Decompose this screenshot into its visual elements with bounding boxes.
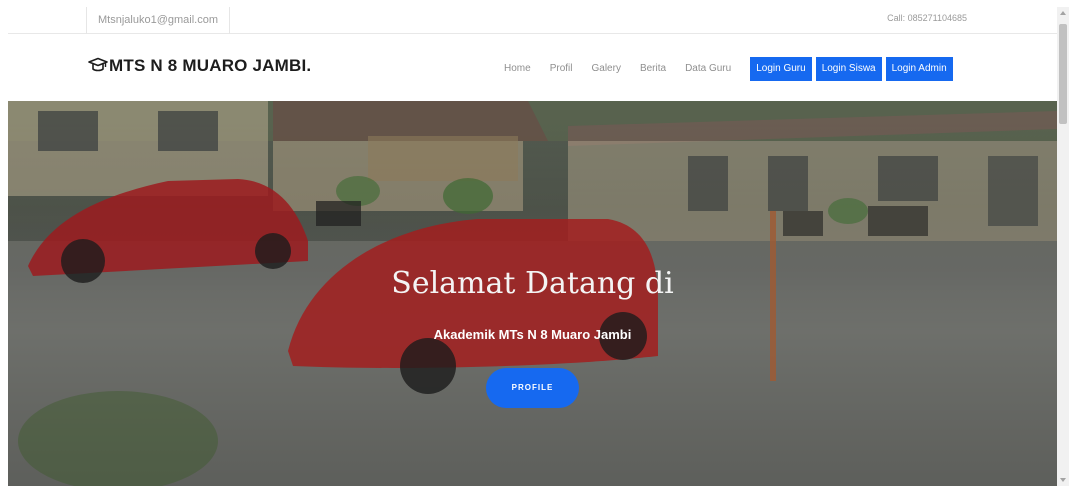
login-admin-button[interactable]: Login Admin (885, 57, 953, 81)
nav-link-berita[interactable]: Berita (640, 58, 666, 80)
vertical-scrollbar[interactable] (1057, 7, 1069, 486)
profile-button[interactable]: PROFILE (486, 368, 579, 408)
scroll-down-arrow-icon[interactable] (1060, 478, 1066, 482)
graduation-cap-icon (88, 57, 108, 72)
phone-number: Call: 085271104685 (887, 13, 967, 23)
nav-link-galery[interactable]: Galery (591, 58, 620, 80)
nav-menu: Home Profil Galery Berita Data Guru Logi… (504, 57, 957, 81)
email-address[interactable]: Mtsnjaluko1@gmail.com (86, 7, 230, 34)
nav-link-data-guru[interactable]: Data Guru (685, 58, 731, 80)
hero-title: Selamat Datang di (391, 266, 674, 301)
nav-link-profil[interactable]: Profil (550, 58, 573, 80)
site-brand[interactable]: MTS N 8 MUARO JAMBI. (88, 56, 311, 76)
login-guru-button[interactable]: Login Guru (750, 57, 812, 81)
hero-banner: Selamat Datang di Akademik MTs N 8 Muaro… (8, 101, 1057, 486)
hero-subtitle: Akademik MTs N 8 Muaro Jambi (433, 327, 632, 342)
scrollbar-thumb[interactable] (1059, 24, 1067, 124)
login-siswa-button[interactable]: Login Siswa (815, 57, 882, 81)
scroll-up-arrow-icon[interactable] (1060, 11, 1066, 15)
main-navbar: MTS N 8 MUARO JAMBI. Home Profil Galery … (8, 34, 1057, 101)
nav-link-home[interactable]: Home (504, 58, 531, 80)
top-info-bar: Mtsnjaluko1@gmail.com Call: 085271104685 (8, 7, 1057, 34)
page-frame: Mtsnjaluko1@gmail.com Call: 085271104685… (8, 7, 1057, 486)
brand-name: MTS N 8 MUARO JAMBI. (109, 56, 312, 75)
